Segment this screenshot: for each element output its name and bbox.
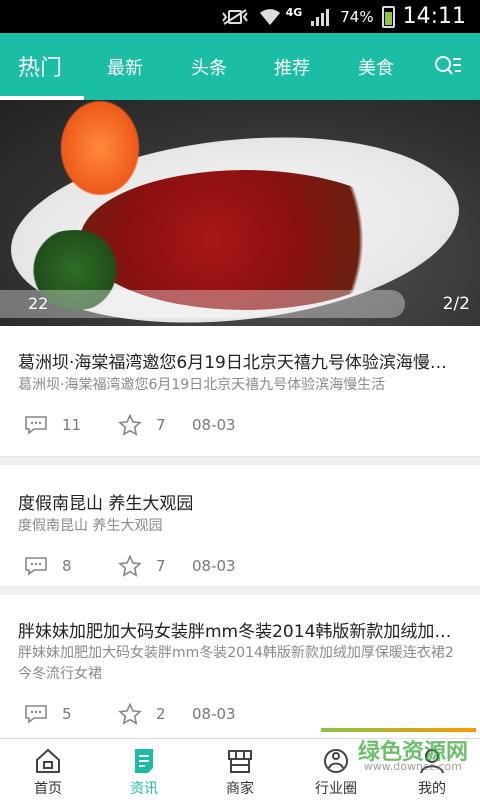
category-tabs: 热门 最新 头条 推荐 美食 (0, 33, 480, 100)
comment-count: 8 (62, 557, 72, 575)
watermark-bar (321, 728, 476, 732)
tab-latest[interactable]: 最新 (107, 54, 143, 80)
battery-percent: 74% (340, 7, 374, 26)
search-menu-icon[interactable] (434, 55, 462, 77)
article-card[interactable]: 度假南昆山 养生大观园 度假南昆山 养生大观园 8 7 08-03 (0, 465, 480, 587)
article-summary: 葛洲坝·海棠福湾邀您6月19日北京天禧九号体验滨海慢生活 (18, 377, 386, 393)
tab-recommend[interactable]: 推荐 (274, 54, 310, 80)
star-icon[interactable] (118, 555, 142, 577)
comment-icon[interactable] (24, 704, 48, 724)
article-date: 08-03 (192, 705, 236, 723)
clock: 14:11 (402, 4, 466, 29)
nav-label: 资讯 (130, 781, 158, 797)
home-icon (36, 748, 60, 773)
comment-count: 11 (62, 416, 82, 434)
article-summary: 度假南昆山 养生大观园 (18, 518, 163, 534)
mute-vibrate-icon (221, 8, 248, 25)
comment-count: 5 (62, 705, 72, 723)
banner-carving (40, 100, 160, 220)
article-list: 葛洲坝·海棠福湾邀您6月19日北京天禧九号体验滨海慢生活 葛洲坝·海棠福湾邀您6… (0, 326, 480, 740)
article-card[interactable]: 葛洲坝·海棠福湾邀您6月19日北京天禧九号体验滨海慢生活 葛洲坝·海棠福湾邀您6… (0, 326, 480, 457)
battery-icon (381, 5, 395, 28)
star-count: 2 (156, 705, 166, 723)
store-icon (228, 750, 252, 773)
article-date: 08-03 (192, 416, 236, 434)
news-icon (135, 749, 153, 773)
nav-store[interactable]: 商家 (192, 739, 288, 800)
tab-hot[interactable]: 热门 (18, 50, 62, 82)
network-type: 4G (285, 6, 303, 19)
tab-food[interactable]: 美食 (358, 54, 394, 80)
article-title: 度假南昆山 养生大观园 (18, 494, 194, 514)
article-title: 葛洲坝·海棠福湾邀您6月19日北京天禧九号体验滨海慢生活 (18, 353, 462, 373)
comment-icon[interactable] (24, 415, 48, 435)
nav-label: 首页 (34, 781, 62, 797)
article-title: 胖妹妹加肥加大码女装胖mm冬装2014韩版新款加绒加厚保暖连衣裙2今冬流行女裙 (18, 622, 462, 642)
featured-banner[interactable]: 22 2/2 (0, 100, 480, 326)
article-card[interactable]: 胖妹妹加肥加大码女装胖mm冬装2014韩版新款加绒加厚保暖连衣裙2今冬流行女裙 … (0, 595, 480, 740)
star-count: 7 (156, 557, 166, 575)
watermark-url: www.downcc.com (363, 760, 462, 773)
article-meta: 11 7 08-03 (18, 412, 236, 438)
star-count: 7 (156, 416, 166, 434)
comment-icon[interactable] (24, 556, 48, 576)
nav-label: 商家 (226, 781, 254, 797)
article-meta: 8 7 08-03 (18, 553, 236, 579)
watermark: 绿色资源网 www.downcc.com (316, 728, 476, 774)
banner-caption-bar (0, 290, 405, 318)
signal-icon (311, 8, 330, 26)
star-icon[interactable] (118, 414, 142, 436)
nav-home[interactable]: 首页 (0, 739, 96, 800)
nav-news[interactable]: 资讯 (96, 739, 192, 800)
status-bar: 4G 74% 14:11 (0, 0, 480, 33)
banner-caption: 22 (28, 294, 49, 313)
banner-pager: 2/2 (442, 294, 470, 314)
article-date: 08-03 (192, 557, 236, 575)
wifi-icon (259, 8, 280, 25)
article-meta: 5 2 08-03 (18, 701, 236, 727)
nav-label: 行业圈 (315, 781, 357, 797)
star-icon[interactable] (118, 703, 142, 725)
nav-label: 我的 (418, 781, 446, 797)
article-summary: 胖妹妹加肥加大码女装胖mm冬装2014韩版新款加绒加厚保暖连衣裙2今冬流行女裙 (18, 645, 454, 682)
tab-headlines[interactable]: 头条 (191, 54, 227, 80)
